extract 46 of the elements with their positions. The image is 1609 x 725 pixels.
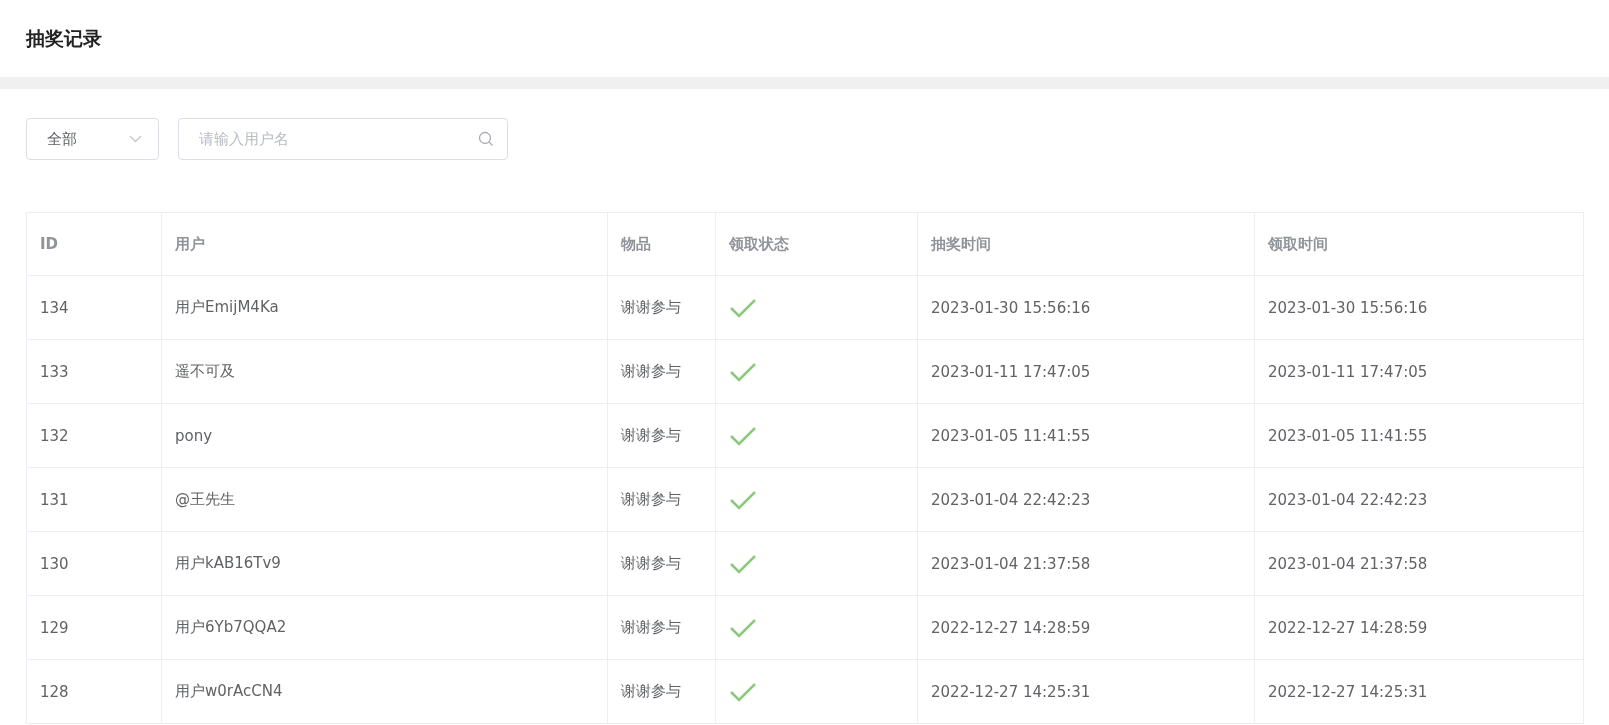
column-header: ID [27, 213, 162, 275]
table-cell: 132 [27, 404, 162, 467]
table-cell: 2023-01-04 22:42:23 [918, 468, 1255, 531]
table-cell: 2023-01-30 15:56:16 [918, 276, 1255, 339]
column-header: 领取状态 [716, 213, 918, 275]
table-cell: 谢谢参与 [608, 468, 716, 531]
table-cell: 131 [27, 468, 162, 531]
table-cell: 谢谢参与 [608, 276, 716, 339]
table-cell: 谢谢参与 [608, 532, 716, 595]
table-cell: 133 [27, 340, 162, 403]
chevron-down-icon [129, 135, 142, 143]
table-cell: pony [162, 404, 608, 467]
table-cell: 2023-01-04 21:37:58 [918, 532, 1255, 595]
table-cell-text: 2023-01-04 21:37:58 [1267, 553, 1429, 575]
filter-select[interactable]: 全部 [26, 118, 159, 160]
table-cell: 谢谢参与 [608, 596, 716, 659]
table-cell: 用户6Yb7QQA2 [162, 596, 608, 659]
table-cell-text: 2023-01-05 11:41:55 [1267, 425, 1429, 447]
table-cell: 用户w0rAcCN4 [162, 660, 608, 723]
table-cell: 用户kAB16Tv9 [162, 532, 608, 595]
table-cell: 谢谢参与 [608, 660, 716, 723]
table-cell: 2022-12-27 14:25:31 [918, 660, 1255, 723]
search-field[interactable]: 请输入用户名 [178, 118, 508, 160]
table-cell: 128 [27, 660, 162, 723]
column-header: 用户 [162, 213, 608, 275]
column-header: 抽奖时间 [918, 213, 1255, 275]
table-cell: 遥不可及 [162, 340, 608, 403]
table-cell: 2023-01-11 17:47:05 [918, 340, 1255, 403]
page-title: 抽奖记录 [26, 25, 102, 51]
table-cell: 谢谢参与 [608, 404, 716, 467]
table-cell: 用户EmijM4Ka [162, 276, 608, 339]
table-cell: 134 [27, 276, 162, 339]
table-cell: 129 [27, 596, 162, 659]
table-cell-text: 2023-01-11 17:47:05 [1267, 361, 1429, 383]
table-cell-text: 2023-01-30 15:56:16 [1267, 297, 1429, 319]
table-cell: @王先生 [162, 468, 608, 531]
table-cell: 谢谢参与 [608, 340, 716, 403]
search-icon [478, 131, 494, 147]
table-cell-text: 2022-12-27 14:28:59 [1267, 617, 1429, 639]
table-cell: 2022-12-27 14:28:59 [918, 596, 1255, 659]
table-cell-text: 2022-12-27 14:25:31 [1267, 681, 1429, 703]
column-header: 物品 [608, 213, 716, 275]
table-cell: 130 [27, 532, 162, 595]
column-header: 领取时间 [1266, 233, 1329, 255]
table-cell: 2023-01-05 11:41:55 [918, 404, 1255, 467]
table-cell-text: 2023-01-04 22:42:23 [1267, 489, 1429, 511]
